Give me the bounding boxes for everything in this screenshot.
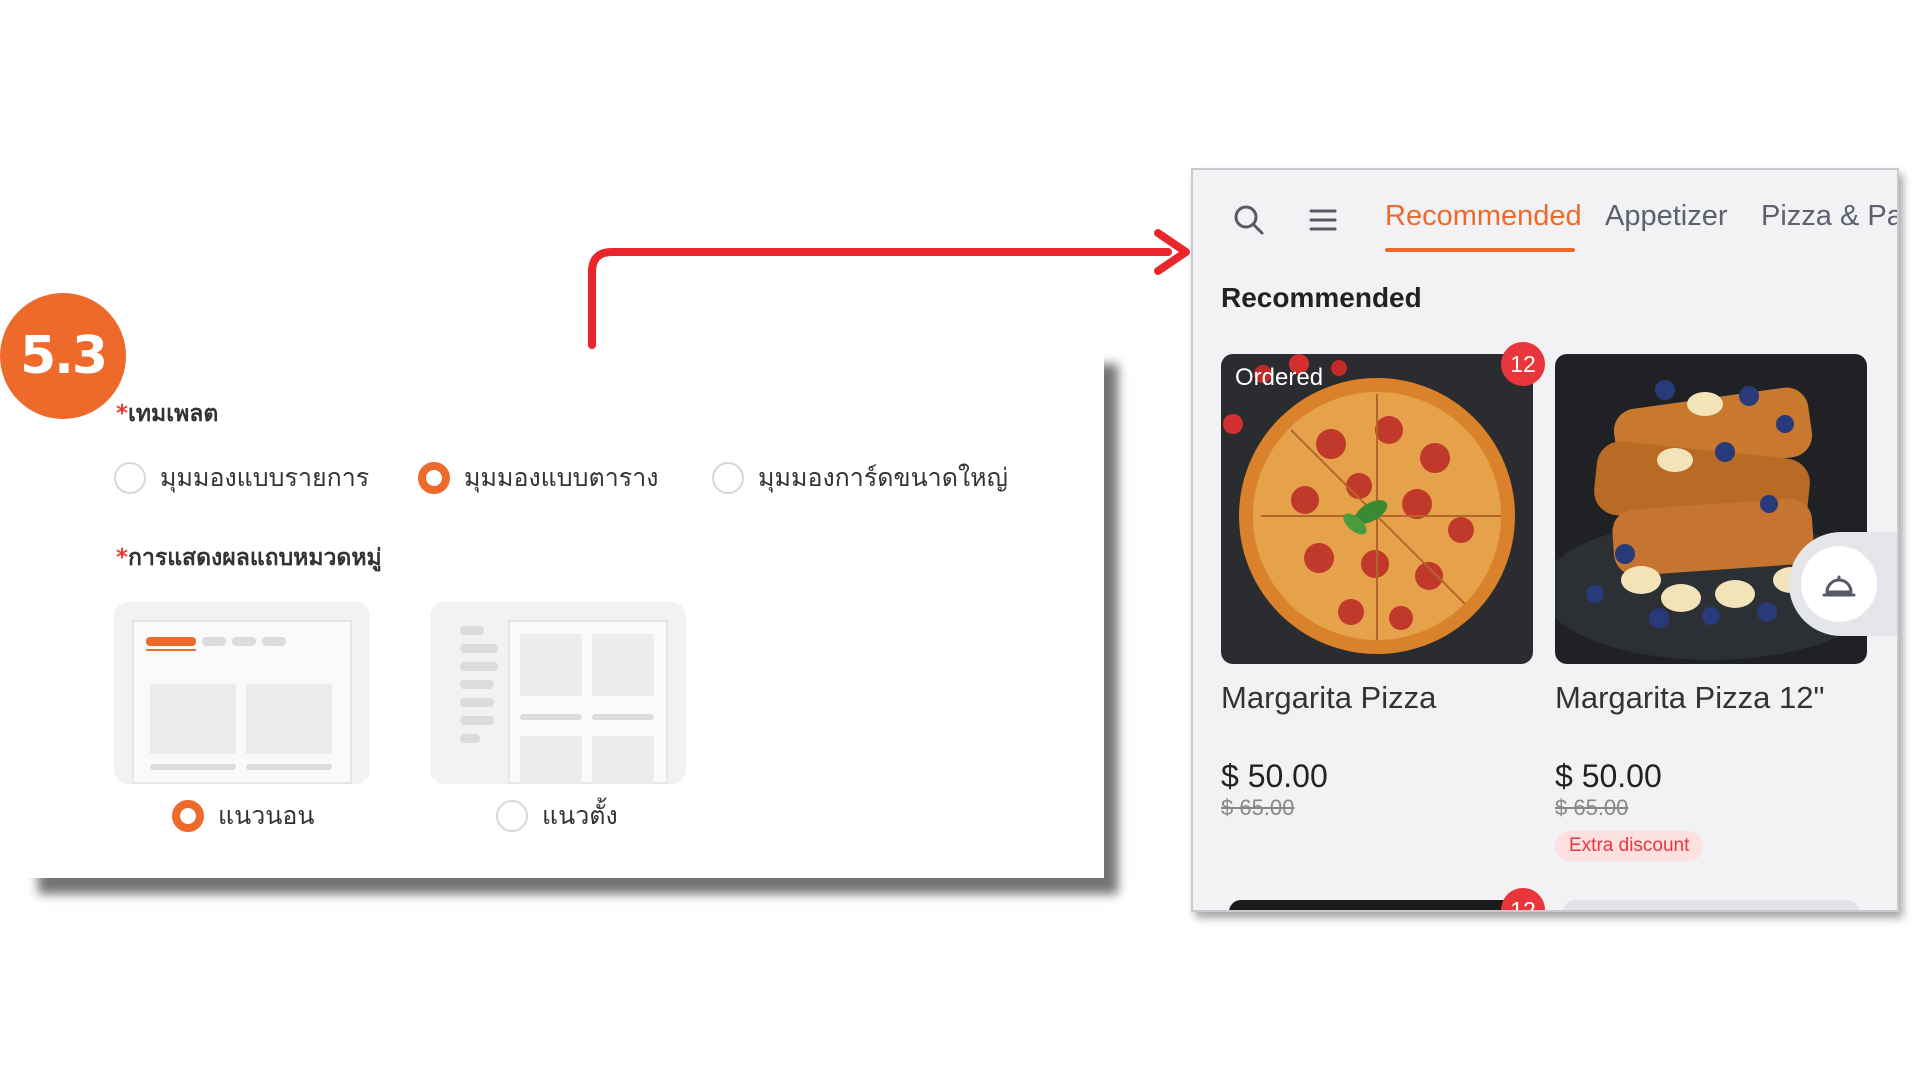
tab-pizza[interactable]: Pizza & Pa (1761, 200, 1897, 233)
template-option-grid-radio[interactable] (418, 462, 450, 494)
grid-caption (150, 764, 236, 770)
template-field-label: *เทมเพลต (116, 396, 218, 432)
settings-panel: *เทมเพลต มุมมองแบบรายการ มุมมองแบบตาราง … (24, 348, 1104, 878)
tab-appetizer[interactable]: Appetizer (1605, 200, 1728, 233)
product-old-price: $ 65.00 (1221, 795, 1295, 820)
category-option-horizontal-radio[interactable] (172, 800, 204, 832)
horizontal-layout-preview[interactable] (114, 602, 370, 784)
template-option-list-label[interactable]: มุมมองแบบรายการ (160, 458, 369, 498)
arrow-line (588, 248, 1172, 349)
product-card[interactable]: 12 Ordered Margarita Pizza $ 50.00 $ 65.… (1221, 342, 1545, 821)
tab-bar (232, 637, 256, 646)
grid-tile (592, 634, 654, 696)
template-option-grid[interactable]: มุมมองแบบตาราง (418, 458, 658, 498)
grid-tile (150, 684, 236, 754)
ordered-count-badge: 12 (1501, 342, 1545, 386)
side-item (460, 626, 484, 635)
template-option-list[interactable]: มุมมองแบบรายการ (114, 458, 369, 498)
category-option-vertical-label[interactable]: แนวตั้ง (542, 796, 618, 836)
service-bell-icon (1822, 575, 1856, 597)
mobile-menu-preview: Recommended Appetizer Pizza & Pa Recomme… (1191, 168, 1899, 912)
tab-bar (202, 637, 226, 646)
category-bar-field-label: *การแสดงผลแถบหมวดหมู่ (116, 540, 382, 576)
active-tab-underline (1385, 248, 1575, 252)
section-title: Recommended (1221, 282, 1422, 313)
menu-icon[interactable] (1303, 200, 1343, 240)
required-mark: * (116, 401, 129, 427)
product-price: $ 50.00 (1555, 758, 1662, 794)
step-number: 5.3 (19, 326, 108, 386)
pizza-illustration (1223, 354, 1515, 654)
grid-caption (520, 714, 582, 720)
floating-service-button[interactable] (1789, 532, 1897, 636)
search-icon[interactable] (1229, 200, 1269, 240)
side-item (460, 698, 494, 707)
grid-tile (520, 634, 582, 696)
grid-tile (520, 736, 582, 784)
active-tab-underline (146, 649, 196, 651)
product-name: Margarita Pizza 12" (1555, 680, 1825, 715)
next-product-image[interactable] (1229, 900, 1525, 910)
grid-tile (246, 684, 332, 754)
category-option-horizontal-label[interactable]: แนวนอน (218, 796, 314, 836)
category-tab-bar: Recommended Appetizer Pizza & Pa (1193, 170, 1897, 270)
service-bell-button[interactable] (1801, 546, 1877, 622)
required-mark: * (116, 545, 129, 571)
side-item (460, 734, 480, 743)
side-item (460, 644, 498, 653)
arrow-head (1154, 229, 1190, 275)
step-badge: 5.3 (0, 293, 126, 419)
pepperoni-pizza-image[interactable]: Ordered (1221, 354, 1533, 664)
category-bar-label-text: การแสดงผลแถบหมวดหมู่ (128, 545, 382, 571)
grid-caption (246, 764, 332, 770)
ordered-tag: Ordered (1235, 364, 1324, 391)
category-option-horizontal[interactable]: แนวนอน (172, 796, 314, 836)
product-name: Margarita Pizza (1221, 680, 1437, 715)
next-product-image[interactable] (1563, 900, 1859, 910)
category-option-vertical-radio[interactable] (496, 800, 528, 832)
product-price: $ 50.00 (1221, 758, 1328, 794)
side-item (460, 716, 494, 725)
template-label-text: เทมเพลต (128, 401, 219, 427)
grid-tile (592, 736, 654, 784)
vertical-layout-preview[interactable] (430, 602, 686, 784)
extra-discount-badge: Extra discount (1555, 831, 1704, 861)
template-option-list-radio[interactable] (114, 462, 146, 494)
tab-bar (262, 637, 286, 646)
ordered-count-badge: 12 (1501, 888, 1545, 910)
template-option-grid-label[interactable]: มุมมองแบบตาราง (464, 458, 658, 498)
tab-recommended[interactable]: Recommended (1385, 200, 1582, 233)
side-item (460, 680, 494, 689)
product-old-price: $ 65.00 (1555, 795, 1629, 820)
template-option-large-card[interactable]: มุมมองการ์ดขนาดใหญ่ (712, 458, 1008, 498)
side-item (460, 662, 498, 671)
template-option-large-card-radio[interactable] (712, 462, 744, 494)
category-option-vertical[interactable]: แนวตั้ง (496, 796, 618, 836)
active-tab-bar (146, 637, 196, 646)
grid-caption (592, 714, 654, 720)
template-option-large-card-label[interactable]: มุมมองการ์ดขนาดใหญ่ (758, 458, 1008, 498)
